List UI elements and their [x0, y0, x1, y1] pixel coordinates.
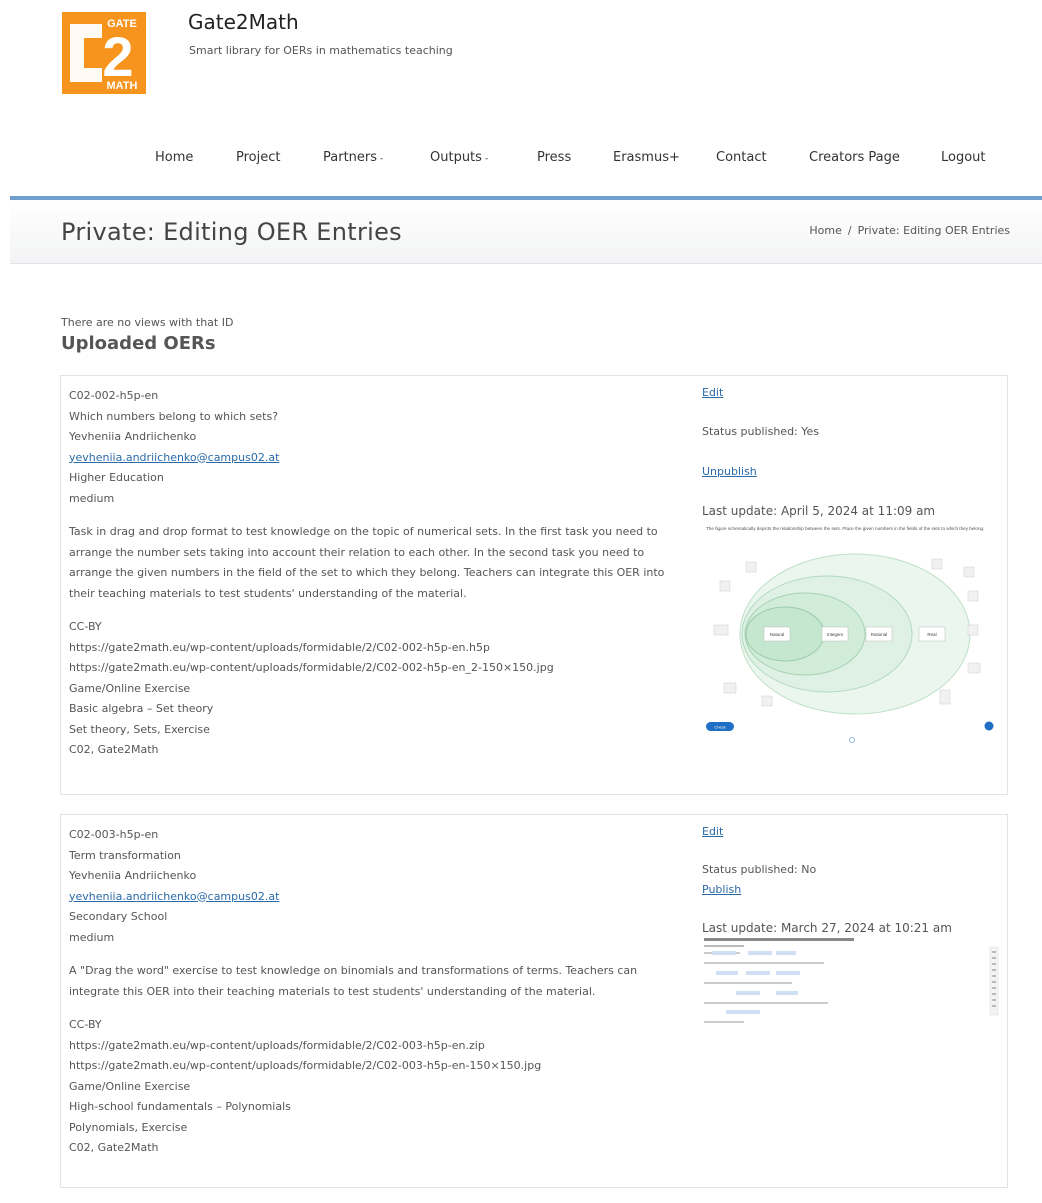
nav-item-label: Press — [537, 150, 572, 165]
nav-item-label: Home — [155, 150, 194, 165]
page-title-bar: Private: Editing OER Entries Home / Privat… — [10, 196, 1042, 264]
oer-author-email-link[interactable]: yevheniia.andriichenko@campus02.at — [69, 890, 279, 903]
oer-image-url: https://gate2math.eu/wp-content/uploads/… — [69, 661, 554, 674]
set-label-real: Real — [927, 632, 936, 637]
oer-file-url: https://gate2math.eu/wp-content/uploads/… — [69, 1038, 485, 1052]
publish-link[interactable]: Publish — [702, 883, 741, 896]
sets-diagram-image: The figure schematically depicts the rel… — [702, 526, 1002, 754]
set-label-rational: Rational — [871, 632, 888, 637]
dropdown-caret-icon: - — [380, 154, 384, 164]
oer-id: C02-003-h5p-en — [69, 828, 159, 841]
oer-topic: High-school fundamentals – Polynomials — [69, 1100, 291, 1113]
nav-item-label: Logout — [941, 150, 986, 165]
oer-license: CC-BY — [69, 1018, 102, 1031]
oer-author-email-link[interactable]: yevheniia.andriichenko@campus02.at — [69, 451, 279, 464]
oer-entry-card: C02-002-h5p-en Which numbers belong to w… — [60, 375, 1008, 795]
oer-type: Game/Online Exercise — [69, 681, 191, 695]
nav-item-home[interactable]: Home — [155, 150, 193, 165]
last-update: Last update: March 27, 2024 at 10:21 am — [702, 921, 952, 935]
oer-topic: Basic algebra – Set theory — [69, 702, 214, 715]
oer-tags: C02, Gate2Math — [69, 1141, 159, 1154]
site-tagline: Smart library for OERs in mathematics te… — [189, 44, 453, 57]
set-label-natural: Natural — [770, 632, 785, 637]
oer-keywords: Polynomials, Exercise — [69, 1120, 188, 1134]
breadcrumb: Home / Private: Editing OER Entries — [809, 224, 1010, 237]
oer-image-url: https://gate2math.eu/wp-content/uploads/… — [69, 1059, 542, 1072]
oer-description: A "Drag the word" exercise to test knowl… — [69, 964, 638, 998]
oer-entry-card: C02-003-h5p-en Term transformation Yevhe… — [60, 814, 1008, 1188]
nav-item-label: Project — [236, 150, 281, 165]
edit-link[interactable]: Edit — [702, 386, 723, 399]
nav-item-creators-page[interactable]: Creators Page — [809, 150, 900, 165]
edit-link[interactable]: Edit — [702, 825, 723, 838]
site-header: GATE 2 MATH Gate2Math Smart library for … — [0, 0, 1042, 125]
site-title[interactable]: Gate2Math — [188, 10, 299, 34]
oer-title: Which numbers belong to which sets? — [69, 409, 279, 423]
status-published: Status published: No — [702, 863, 817, 876]
oer-tags: C02, Gate2Math — [69, 743, 159, 756]
oer-entry-details: C02-002-h5p-en Which numbers belong to w… — [69, 386, 669, 761]
exercise-thumbnail-image — [702, 937, 1002, 1027]
oer-thumbnail-exercise — [702, 937, 1002, 1027]
breadcrumb-home-link[interactable]: Home — [809, 224, 841, 237]
nav-item-partners[interactable]: Partners - — [323, 150, 383, 165]
logo-text-mid: 2 — [102, 25, 133, 88]
oer-license: CC-BY — [69, 620, 102, 633]
nav-item-erasmus[interactable]: Erasmus+ — [613, 150, 680, 165]
nav-item-label: Erasmus+ — [613, 150, 680, 165]
gate2math-logo[interactable]: GATE 2 MATH — [62, 12, 146, 94]
thumbnail-info-icon — [984, 721, 994, 731]
oer-type: Game/Online Exercise — [69, 1079, 191, 1093]
thumbnail-caption: The figure schematically depicts the rel… — [706, 526, 985, 531]
nav-item-logout[interactable]: Logout — [941, 150, 986, 165]
breadcrumb-separator: / — [847, 224, 852, 237]
nav-item-project[interactable]: Project — [236, 150, 280, 165]
nav-item-label: Creators Page — [809, 150, 900, 165]
no-views-notice: There are no views with that ID — [61, 316, 234, 329]
nav-item-label: Contact — [716, 150, 767, 165]
dropdown-caret-icon: - — [484, 154, 489, 164]
unpublish-link[interactable]: Unpublish — [702, 465, 757, 478]
oer-author: Yevheniia Andriichenko — [69, 869, 197, 882]
oer-title: Term transformation — [69, 848, 181, 862]
nav-item-label: Partners — [323, 150, 378, 165]
nav-item-label: Outputs — [430, 150, 482, 165]
oer-author: Yevheniia Andriichenko — [69, 430, 197, 443]
oer-description: Task in drag and drop format to test kno… — [69, 525, 665, 600]
breadcrumb-current: Private: Editing OER Entries — [857, 224, 1010, 237]
status-published: Status published: Yes — [702, 425, 820, 438]
oer-difficulty: medium — [69, 491, 115, 505]
set-label-integers: Integers — [827, 632, 844, 637]
oer-level: Secondary School — [69, 910, 168, 923]
oer-id: C02-002-h5p-en — [69, 389, 159, 402]
oer-level: Higher Education — [69, 471, 164, 484]
oer-file-url: https://gate2math.eu/wp-content/uploads/… — [69, 640, 490, 654]
thumbnail-check-label: Check — [714, 725, 725, 730]
nav-item-contact[interactable]: Contact — [716, 150, 767, 165]
oer-keywords: Set theory, Sets, Exercise — [69, 722, 210, 736]
page-title: Private: Editing OER Entries — [61, 218, 402, 246]
logo-graphic: GATE 2 MATH — [62, 12, 146, 94]
section-title: Uploaded OERs — [61, 333, 216, 354]
logo-text-bottom: MATH — [107, 80, 138, 92]
nav-item-press[interactable]: Press — [537, 150, 571, 165]
oer-entry-details: C02-003-h5p-en Term transformation Yevhe… — [69, 825, 669, 1159]
oer-thumbnail-sets-diagram: The figure schematically depicts the rel… — [702, 526, 1002, 754]
nav-item-outputs[interactable]: Outputs - — [430, 150, 488, 165]
oer-difficulty: medium — [69, 930, 115, 944]
main-navigation: Home Project Partners - Outputs - Press Er… — [0, 150, 1042, 170]
last-update: Last update: April 5, 2024 at 11:09 am — [702, 504, 936, 518]
